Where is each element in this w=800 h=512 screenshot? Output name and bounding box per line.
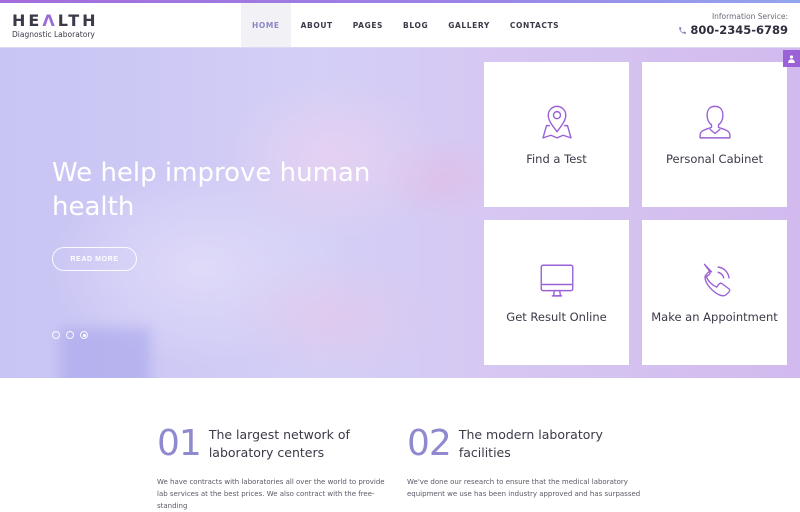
tile-label: Find a Test (526, 151, 587, 166)
slider-pagination (52, 331, 88, 339)
logo-subtitle: Diagnostic Laboratory (12, 30, 95, 39)
tile-find-a-test[interactable]: Find a Test (484, 62, 629, 207)
info-phone-number: 800-2345-6789 (690, 23, 788, 37)
logo-text-end: LTH (57, 11, 99, 30)
hero-slider: We help improve human health READ MORE F… (0, 48, 800, 378)
monitor-icon (540, 264, 573, 297)
read-more-button[interactable]: READ MORE (52, 247, 137, 271)
slider-dot-2[interactable] (66, 331, 74, 339)
service-tiles: Find a Test Personal Cabinet Get Result … (484, 62, 787, 365)
tile-make-appointment[interactable]: Make an Appointment (642, 220, 787, 365)
user-icon (788, 54, 795, 63)
hero-title: We help improve human health (52, 158, 371, 222)
feature-item: 01 The largest network of laboratory cen… (157, 426, 397, 512)
feature-number: 01 (157, 423, 202, 464)
feature-number: 02 (407, 423, 452, 464)
user-panel-toggle[interactable] (783, 50, 800, 67)
main-nav: HOME ABOUT PAGES BLOG GALLERY CONTACTS (241, 3, 569, 47)
phone-icon (679, 26, 687, 34)
info-label: Information Service: (711, 12, 788, 21)
feature-title: The modern laboratory facilities (458, 427, 603, 460)
tile-label: Personal Cabinet (666, 151, 763, 166)
tile-get-result-online[interactable]: Get Result Online (484, 220, 629, 365)
feature-text: We've done our research to ensure that t… (407, 478, 641, 498)
nav-about[interactable]: ABOUT (291, 3, 343, 47)
nav-contacts[interactable]: CONTACTS (500, 3, 569, 47)
tile-label: Get Result Online (506, 309, 607, 324)
logo-text-accent: Λ (42, 11, 58, 30)
tile-personal-cabinet[interactable]: Personal Cabinet (642, 62, 787, 207)
nav-blog[interactable]: BLOG (393, 3, 438, 47)
logo-title: HEΛLTH (12, 13, 99, 29)
user-icon (698, 105, 731, 139)
phone-call-icon (703, 263, 730, 296)
info-service: Information Service: 800-2345-6789 (678, 12, 788, 37)
nav-gallery[interactable]: GALLERY (438, 3, 500, 47)
feature-item: 02 The modern laboratory facilities We'v… (407, 426, 647, 500)
slider-dot-3[interactable] (80, 331, 88, 339)
logo-text-start: HE (12, 11, 43, 30)
slider-dot-1[interactable] (52, 331, 60, 339)
tile-label: Make an Appointment (651, 309, 778, 324)
nav-home[interactable]: HOME (241, 3, 291, 47)
features-section: 01 The largest network of laboratory cen… (0, 378, 800, 510)
nav-pages[interactable]: PAGES (343, 3, 393, 47)
logo[interactable]: HEΛLTH Diagnostic Laboratory (12, 13, 99, 40)
feature-text: We have contracts with laboratories all … (157, 478, 385, 510)
site-header: HEΛLTH Diagnostic Laboratory HOME ABOUT … (0, 3, 800, 48)
feature-title: The largest network of laboratory center… (208, 427, 350, 460)
info-phone-link[interactable]: 800-2345-6789 (678, 23, 788, 37)
map-pin-icon (541, 105, 572, 139)
